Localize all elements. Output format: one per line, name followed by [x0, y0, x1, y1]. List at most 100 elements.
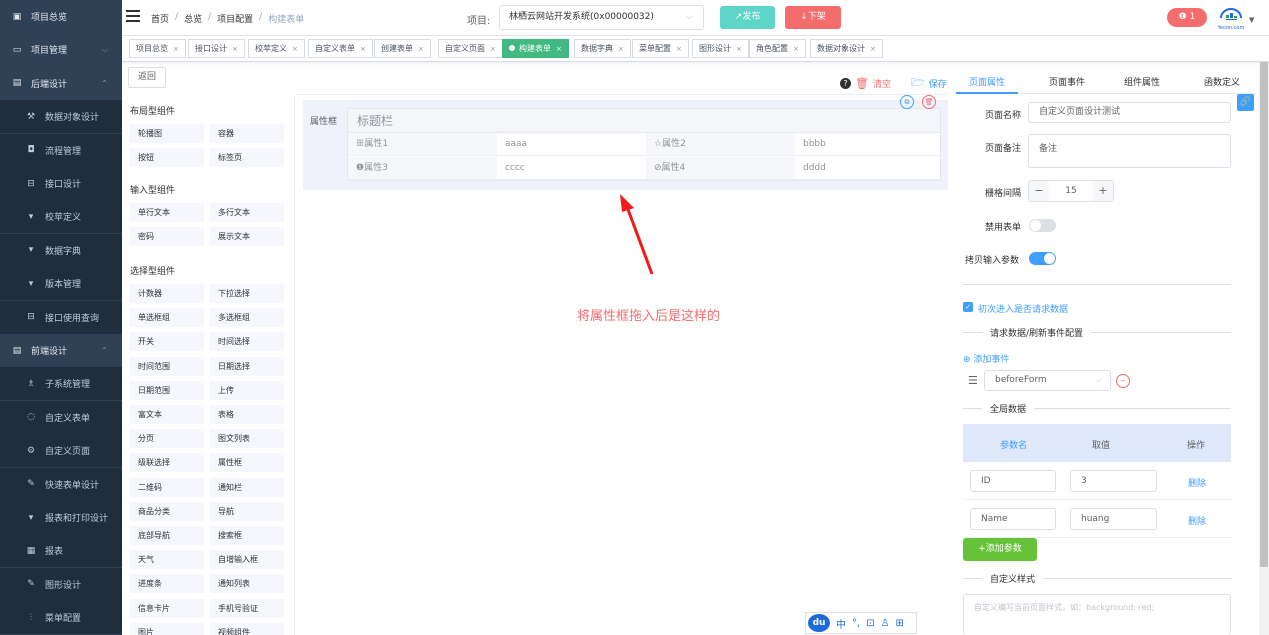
custom-style-textarea[interactable]: 自定义编写当前页面样式，如：background: red;: [963, 594, 1231, 635]
tag-item[interactable]: 创建表单 ×: [374, 39, 431, 58]
palette-component[interactable]: 轮播图: [130, 124, 204, 143]
sidebar-item[interactable]: ⚒ 数据对象设计: [0, 100, 122, 134]
tag-item[interactable]: 角色配置 ×: [749, 39, 806, 58]
notification-badge[interactable]: ❶ 1: [1167, 8, 1207, 27]
sidebar-item[interactable]: ▭ 项目管理 ⌵: [0, 33, 122, 66]
breadcrumb-project-config[interactable]: 项目配置: [217, 12, 253, 25]
sidebar-item[interactable]: ⊟ 接口设计: [0, 167, 122, 200]
tag-item[interactable]: 接口设计 ×: [188, 39, 245, 58]
delete-link[interactable]: 删除: [1188, 476, 1206, 489]
palette-component[interactable]: 时间选择: [210, 332, 284, 352]
close-icon[interactable]: ×: [232, 45, 238, 53]
ime-keyboard-icon[interactable]: ⊡: [866, 618, 874, 629]
sidebar-item[interactable]: ◌ 自定义表单: [0, 400, 122, 434]
publish-button[interactable]: ↗发布: [720, 6, 775, 29]
palette-component[interactable]: 单选框组: [130, 308, 204, 328]
palette-component[interactable]: 表格: [210, 405, 284, 424]
ime-chinese[interactable]: 中: [836, 616, 846, 631]
palette-component[interactable]: 下拉选择: [210, 284, 284, 303]
page-note-textarea[interactable]: 备注: [1028, 134, 1231, 168]
ime-grid-icon[interactable]: ⊞: [896, 618, 904, 629]
tag-item[interactable]: 图形设计 ×: [692, 39, 749, 58]
ime-user-icon[interactable]: ♙: [881, 618, 890, 629]
hamburger-icon[interactable]: [126, 10, 140, 22]
tag-item[interactable]: 菜单配置 ×: [632, 39, 689, 58]
breadcrumb-home[interactable]: 首页: [151, 12, 169, 25]
tab-page-events[interactable]: 页面事件: [1049, 75, 1085, 88]
palette-component[interactable]: 富文本: [130, 405, 204, 424]
copy-params-switch[interactable]: [1029, 252, 1056, 265]
palette-component[interactable]: 视频组件: [210, 622, 284, 635]
palette-component[interactable]: 密码: [130, 227, 204, 247]
close-icon[interactable]: ×: [292, 45, 298, 53]
palette-component[interactable]: 商品分类: [130, 501, 204, 521]
delete-icon[interactable]: 🗑: [922, 95, 936, 109]
palette-component[interactable]: 二维码: [130, 477, 204, 497]
palette-component[interactable]: 通知栏: [210, 477, 284, 497]
property-frame-component[interactable]: 属性框 标题栏 ꕥ属性1 aaaa ☆属性2 bbbb ❶属性3 cccc ⊘属…: [303, 100, 948, 190]
palette-component[interactable]: 导航: [210, 501, 284, 521]
param-name-input[interactable]: ID: [970, 470, 1056, 492]
palette-component[interactable]: 分页: [130, 429, 204, 449]
scrollbar-thumb[interactable]: [1260, 62, 1268, 567]
tag-item[interactable]: 构建表单 ×: [502, 39, 569, 58]
user-logo-icon[interactable]: Yecon.com: [1217, 4, 1245, 32]
grid-gap-stepper[interactable]: − 15 +: [1028, 180, 1114, 202]
close-icon[interactable]: ×: [618, 45, 624, 53]
close-icon[interactable]: ×: [793, 45, 799, 53]
palette-component[interactable]: 展示文本: [210, 227, 284, 247]
help-icon[interactable]: ?: [840, 78, 851, 89]
breadcrumb-overview[interactable]: 总览: [184, 12, 202, 25]
close-icon[interactable]: ×: [173, 45, 179, 53]
sidebar-item[interactable]: ▾ 数据字典: [0, 233, 122, 267]
palette-component[interactable]: 上传: [210, 380, 284, 400]
palette-component[interactable]: 图文列表: [210, 429, 284, 449]
palette-component[interactable]: 图片: [130, 622, 204, 635]
sidebar-item[interactable]: ▾ 版本管理: [0, 267, 122, 301]
param-value-input[interactable]: huang: [1070, 508, 1157, 530]
palette-component[interactable]: 单行文本: [130, 203, 204, 222]
palette-component[interactable]: 自增输入框: [210, 550, 284, 570]
add-event-button[interactable]: ⊕ 添加事件: [963, 352, 1009, 365]
link-icon[interactable]: 🔗: [1237, 94, 1254, 111]
first-request-checkbox[interactable]: ✓: [963, 302, 973, 312]
copy-icon[interactable]: ⧉: [900, 95, 914, 109]
tag-item[interactable]: 校苹定义 ×: [248, 39, 305, 58]
close-icon[interactable]: ×: [360, 45, 366, 53]
palette-component[interactable]: 计数器: [130, 284, 204, 303]
disable-form-switch[interactable]: [1029, 219, 1056, 232]
tag-item[interactable]: 自定义表单 ×: [308, 39, 373, 58]
save-button[interactable]: 保存: [929, 77, 947, 90]
close-icon[interactable]: ×: [490, 45, 496, 53]
close-icon[interactable]: ×: [556, 45, 562, 53]
palette-component[interactable]: 容器: [210, 124, 284, 143]
remove-event-icon[interactable]: −: [1116, 374, 1130, 388]
sidebar-item[interactable]: ⊟ 接口使用查询: [0, 300, 122, 334]
sidebar-item[interactable]: ▤ 前端设计 ⌃: [0, 334, 122, 367]
palette-component[interactable]: 属性框: [210, 453, 284, 473]
palette-component[interactable]: 通知列表: [210, 574, 284, 594]
sidebar-item[interactable]: ◘ 流程管理: [0, 133, 122, 167]
tab-page-properties[interactable]: 页面属性: [969, 75, 1005, 88]
page-name-input[interactable]: 自定义页面设计测试: [1028, 102, 1231, 123]
palette-component[interactable]: 进度条: [130, 574, 204, 594]
increment-button[interactable]: +: [1093, 181, 1113, 201]
palette-component[interactable]: 日期范围: [130, 380, 204, 400]
event-select[interactable]: beforeForm ⌵: [984, 370, 1111, 391]
palette-component[interactable]: 时间范围: [130, 356, 204, 376]
tag-item[interactable]: 数据字典 ×: [574, 39, 631, 58]
folder-open-icon[interactable]: 🗁: [911, 74, 925, 93]
right-scrollbar[interactable]: [1259, 62, 1269, 635]
caret-down-icon[interactable]: ▼: [1249, 16, 1254, 24]
sidebar-item[interactable]: ✎ 快速表单设计: [0, 467, 122, 501]
palette-component[interactable]: 级联选择: [130, 453, 204, 473]
close-icon[interactable]: ×: [676, 45, 682, 53]
ime-toolbar[interactable]: du 中 °, ⊡ ♙ ⊞: [805, 612, 917, 634]
sidebar-item[interactable]: ♗ 子系统管理: [0, 367, 122, 401]
trash-icon[interactable]: 🗑: [855, 77, 869, 90]
tab-function-definition[interactable]: 函数定义: [1204, 75, 1240, 88]
palette-component[interactable]: 手机号验证: [210, 598, 284, 618]
close-icon[interactable]: ×: [736, 45, 742, 53]
project-select[interactable]: 林栖云网站开发系统(0x00000032) ⌵: [499, 5, 704, 30]
sidebar-item[interactable]: ▦ 报表: [0, 534, 122, 568]
